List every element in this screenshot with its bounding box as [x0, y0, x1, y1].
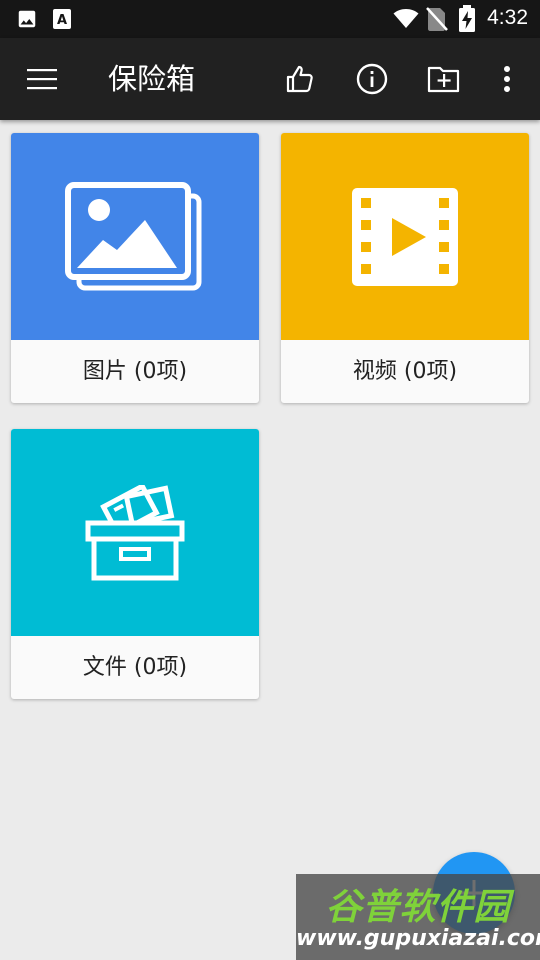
folder-label: 文件 (0项): [82, 655, 188, 680]
app-bar: 保险箱: [0, 38, 540, 120]
like-button[interactable]: [276, 38, 324, 120]
svg-text:A: A: [57, 13, 67, 28]
folder-label: 图片 (0项): [82, 359, 188, 384]
folder-label: 视频 (0项): [352, 359, 458, 384]
file-box-icon: [85, 484, 185, 580]
menu-button[interactable]: [16, 38, 68, 120]
info-icon: [356, 63, 388, 95]
folder-card-files[interactable]: 文件 (0项): [11, 429, 259, 699]
folder-card-images[interactable]: 图片 (0项): [11, 133, 259, 403]
status-time: 4:32: [487, 6, 528, 29]
folder-thumb: [11, 429, 259, 636]
new-folder-button[interactable]: [420, 38, 468, 120]
folder-card-videos[interactable]: 视频 (0项): [281, 133, 529, 403]
watermark-title: 谷普软件园: [325, 887, 511, 928]
folder-thumb: [281, 133, 529, 340]
no-sim-icon: [426, 7, 448, 31]
battery-charging-icon: [459, 5, 475, 32]
info-button[interactable]: [348, 38, 396, 120]
folder-thumb: [11, 133, 259, 340]
more-options-button[interactable]: [488, 38, 526, 120]
thumbs-up-icon: [286, 65, 313, 93]
images-icon: [65, 181, 202, 290]
video-film-icon: [352, 187, 458, 286]
a-notification-icon: A: [53, 9, 71, 29]
wifi-icon: [393, 9, 419, 28]
image-notification-icon: [18, 10, 36, 28]
watermark-url: www.gupuxiazai.com: [296, 926, 540, 951]
page-title: 保险箱: [108, 62, 196, 96]
status-bar: A 4:32: [0, 0, 540, 38]
menu-icon: [27, 69, 57, 90]
new-folder-icon: [427, 66, 460, 93]
more-vert-icon: [504, 66, 510, 92]
watermark: 谷普软件园 www.gupuxiazai.com: [296, 874, 540, 960]
